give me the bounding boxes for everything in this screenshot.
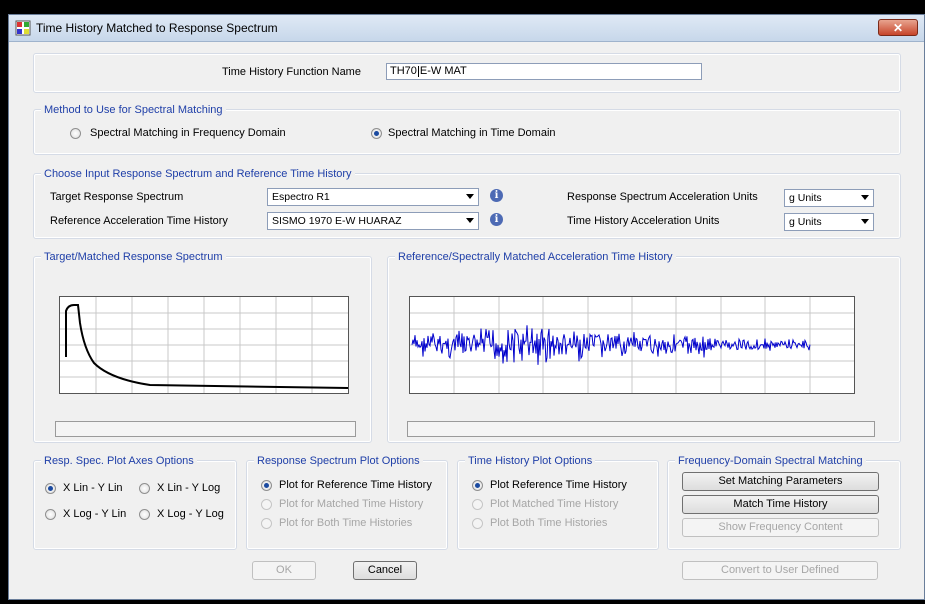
label-rs-reference: Plot for Reference Time History — [279, 479, 432, 491]
label-time-domain: Spectral Matching in Time Domain — [388, 127, 556, 139]
label-th-matched: Plot Matched Time History — [490, 498, 619, 510]
rs-plot-options-panel: Response Spectrum Plot Options Plot for … — [246, 455, 448, 550]
close-icon: ✕ — [892, 21, 904, 35]
input-panel: Choose Input Response Spectrum and Refer… — [33, 168, 901, 239]
th-units-value: g Units — [789, 216, 822, 228]
function-name-value-2: E-W MAT — [419, 65, 467, 77]
radio-frequency-domain[interactable] — [70, 128, 81, 139]
function-name-panel: Time History Function Name TH70 E-W MAT — [33, 53, 901, 93]
rs-plot-options-title: Response Spectrum Plot Options — [254, 455, 423, 467]
spectrum-plot-panel: Target/Matched Response Spectrum — [33, 251, 372, 443]
reference-history-select[interactable]: SISMO 1970 E-W HUARAZ — [267, 212, 479, 230]
convert-to-user-defined-button[interactable]: Convert to User Defined — [682, 561, 878, 580]
dialog-client: Time History Function Name TH70 E-W MAT M… — [28, 44, 903, 587]
radio-xlog-ylog[interactable] — [139, 509, 150, 520]
spectrum-plot-title: Target/Matched Response Spectrum — [41, 251, 226, 263]
label-frequency-domain: Spectral Matching in Frequency Domain — [90, 127, 286, 139]
freq-matching-panel: Frequency-Domain Spectral Matching Set M… — [667, 455, 901, 550]
label-xlin-ylin: X Lin - Y Lin — [63, 482, 123, 494]
match-time-history-button[interactable]: Match Time History — [682, 495, 879, 514]
target-spectrum-select[interactable]: Espectro R1 — [267, 188, 479, 206]
app-icon — [15, 20, 31, 36]
spectrum-curve — [65, 304, 348, 389]
label-xlog-ylin: X Log - Y Lin — [63, 508, 127, 520]
label-th-both: Plot Both Time Histories — [490, 517, 608, 529]
radio-xlog-ylin[interactable] — [45, 509, 56, 520]
method-panel: Method to Use for Spectral Matching Spec… — [33, 104, 901, 155]
show-frequency-content-button[interactable]: Show Frequency Content — [682, 518, 879, 537]
radio-th-both[interactable] — [472, 518, 483, 529]
reference-history-value: SISMO 1970 E-W HUARAZ — [272, 215, 402, 227]
chevron-down-icon — [466, 218, 474, 223]
radio-time-domain[interactable] — [371, 128, 382, 139]
label-th-reference: Plot Reference Time History — [490, 479, 627, 491]
radio-xlin-ylog[interactable] — [139, 483, 150, 494]
rs-units-value: g Units — [789, 192, 822, 204]
history-scrollbar[interactable] — [407, 421, 875, 437]
th-units-select[interactable]: g Units — [784, 213, 874, 231]
radio-th-reference[interactable] — [472, 480, 483, 491]
text-caret — [417, 65, 419, 77]
window-title: Time History Matched to Response Spectru… — [36, 21, 278, 35]
th-units-label: Time History Acceleration Units — [567, 215, 720, 227]
axes-options-title: Resp. Spec. Plot Axes Options — [41, 455, 197, 467]
radio-th-matched[interactable] — [472, 499, 483, 510]
ok-button[interactable]: OK — [252, 561, 316, 580]
title-bar[interactable]: Time History Matched to Response Spectru… — [9, 15, 924, 42]
cancel-button[interactable]: Cancel — [353, 561, 417, 580]
set-matching-parameters-button[interactable]: Set Matching Parameters — [682, 472, 879, 491]
history-plot-panel: Reference/Spectrally Matched Acceleratio… — [387, 251, 901, 443]
info-icon[interactable]: i — [490, 189, 503, 202]
radio-rs-both[interactable] — [261, 518, 272, 529]
axes-options-panel: Resp. Spec. Plot Axes Options X Lin - Y … — [33, 455, 237, 550]
radio-xlin-ylin[interactable] — [45, 483, 56, 494]
label-rs-both: Plot for Both Time Histories — [279, 517, 413, 529]
rs-units-label: Response Spectrum Acceleration Units — [567, 191, 758, 203]
th-plot-options-title: Time History Plot Options — [465, 455, 596, 467]
spectrum-plot — [59, 296, 349, 394]
reference-history-label: Reference Acceleration Time History — [50, 215, 228, 227]
chevron-down-icon — [466, 194, 474, 199]
radio-rs-matched[interactable] — [261, 499, 272, 510]
history-plot — [409, 296, 855, 394]
chevron-down-icon — [861, 219, 869, 224]
th-plot-options-panel: Time History Plot Options Plot Reference… — [457, 455, 659, 550]
target-spectrum-label: Target Response Spectrum — [50, 191, 184, 203]
label-xlin-ylog: X Lin - Y Log — [157, 482, 221, 494]
function-name-label: Time History Function Name — [222, 66, 361, 78]
spectrum-scrollbar[interactable] — [55, 421, 356, 437]
close-button[interactable]: ✕ — [878, 19, 918, 36]
rs-units-select[interactable]: g Units — [784, 189, 874, 207]
method-panel-title: Method to Use for Spectral Matching — [41, 104, 226, 116]
input-panel-title: Choose Input Response Spectrum and Refer… — [41, 168, 355, 180]
freq-matching-title: Frequency-Domain Spectral Matching — [675, 455, 866, 467]
info-icon[interactable]: i — [490, 213, 503, 226]
function-name-value-1: TH70 — [390, 65, 417, 77]
history-plot-title: Reference/Spectrally Matched Acceleratio… — [395, 251, 676, 263]
label-xlog-ylog: X Log - Y Log — [157, 508, 224, 520]
chevron-down-icon — [861, 195, 869, 200]
function-name-input[interactable]: TH70 E-W MAT — [386, 63, 702, 80]
radio-rs-reference[interactable] — [261, 480, 272, 491]
target-spectrum-value: Espectro R1 — [272, 191, 330, 203]
label-rs-matched: Plot for Matched Time History — [279, 498, 424, 510]
